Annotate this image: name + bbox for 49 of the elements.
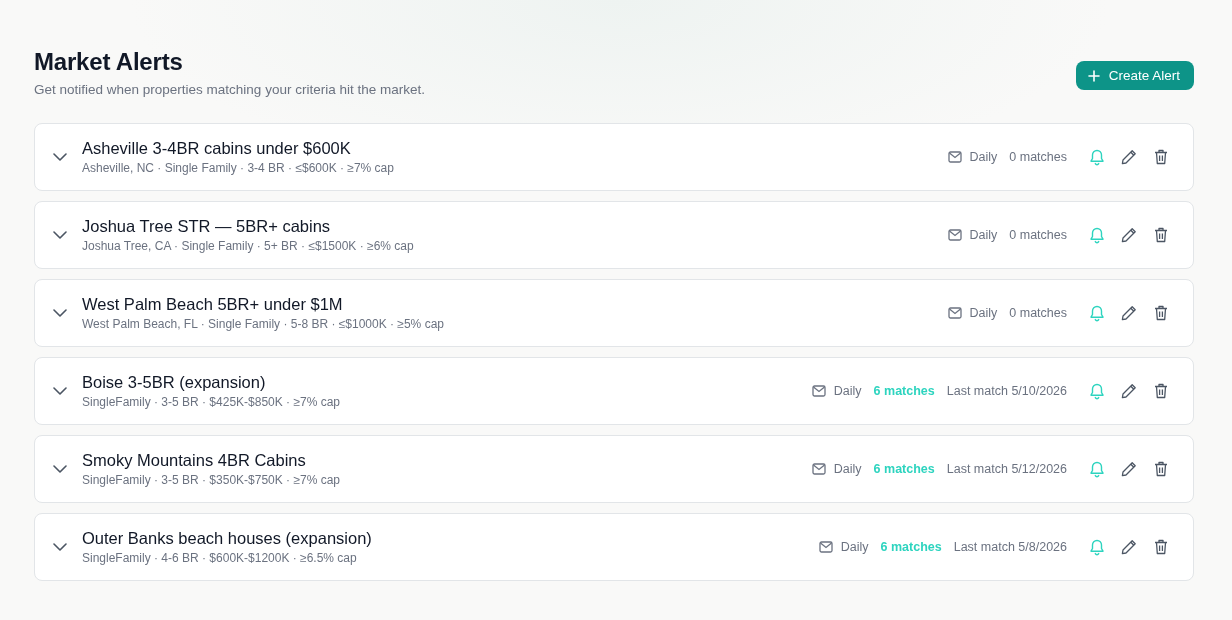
mail-icon xyxy=(811,463,826,475)
edit-icon[interactable] xyxy=(1119,227,1139,243)
alert-criteria: SingleFamily · 3-5 BR · $425K-$850K · ≥7% cap xyxy=(82,395,342,409)
frequency-label: Daily xyxy=(833,462,862,476)
create-alert-button[interactable]: Create Alert xyxy=(1075,61,1194,90)
chevron-down-icon[interactable] xyxy=(53,465,67,473)
match-count: 6 matches xyxy=(880,540,942,554)
chevron-down-icon[interactable] xyxy=(53,153,67,161)
edit-icon[interactable] xyxy=(1119,461,1139,477)
alert-name: Smoky Mountains 4BR Cabins xyxy=(82,451,307,470)
alert-criteria: SingleFamily · 3-5 BR · $350K-$750K · ≥7% cap xyxy=(82,473,342,487)
page-subtitle: Get notified when properties matching your criteria hit the market. xyxy=(34,82,425,97)
plus-icon xyxy=(1087,69,1100,82)
alert-criteria: SingleFamily · 4-6 BR · $600K-$1200K · ≥6.5% cap xyxy=(82,551,358,565)
match-count: 0 matches xyxy=(1009,150,1067,164)
edit-icon[interactable] xyxy=(1119,149,1139,165)
mail-icon xyxy=(947,151,962,163)
frequency-label: Daily xyxy=(969,228,998,242)
frequency-label: Daily xyxy=(969,306,998,320)
match-count: 6 matches xyxy=(873,462,935,476)
last-match-date: Last match 5/8/2026 xyxy=(953,540,1067,554)
alert-criteria: West Palm Beach, FL · Single Family · 5-8 BR · ≤$1000K · ≥5% cap xyxy=(82,317,445,331)
edit-icon[interactable] xyxy=(1119,383,1139,399)
last-match-date: Last match 5/12/2026 xyxy=(946,462,1067,476)
match-count: 6 matches xyxy=(873,384,935,398)
mail-icon xyxy=(811,385,826,397)
mail-icon xyxy=(947,307,962,319)
mail-icon xyxy=(818,541,833,553)
alert-criteria: Asheville, NC · Single Family · 3-4 BR · ≤$600K · ≥7% cap xyxy=(82,161,395,175)
match-count: 0 matches xyxy=(1009,228,1067,242)
alert-criteria: Joshua Tree, CA · Single Family · 5+ BR · ≤$1500K · ≥6% cap xyxy=(82,239,415,253)
match-count: 0 matches xyxy=(1009,306,1067,320)
frequency-label: Daily xyxy=(969,150,998,164)
page-title: Market Alerts xyxy=(34,48,184,76)
chevron-down-icon[interactable] xyxy=(53,543,67,551)
edit-icon[interactable] xyxy=(1119,539,1139,555)
alert-name: Outer Banks beach houses (expansion) xyxy=(82,529,373,548)
alert-name: Asheville 3-4BR cabins under $600K xyxy=(82,139,352,158)
frequency-label: Daily xyxy=(833,384,862,398)
alert-name: Boise 3-5BR (expansion) xyxy=(82,373,267,392)
last-match-date: Last match 5/10/2026 xyxy=(946,384,1067,398)
chevron-down-icon[interactable] xyxy=(53,309,67,317)
mail-icon xyxy=(947,229,962,241)
chevron-down-icon[interactable] xyxy=(53,231,67,239)
frequency-label: Daily xyxy=(840,540,869,554)
edit-icon[interactable] xyxy=(1119,305,1139,321)
alert-name: West Palm Beach 5BR+ under $1M xyxy=(82,295,344,314)
alert-name: Joshua Tree STR — 5BR+ cabins xyxy=(82,217,332,236)
chevron-down-icon[interactable] xyxy=(53,387,67,395)
